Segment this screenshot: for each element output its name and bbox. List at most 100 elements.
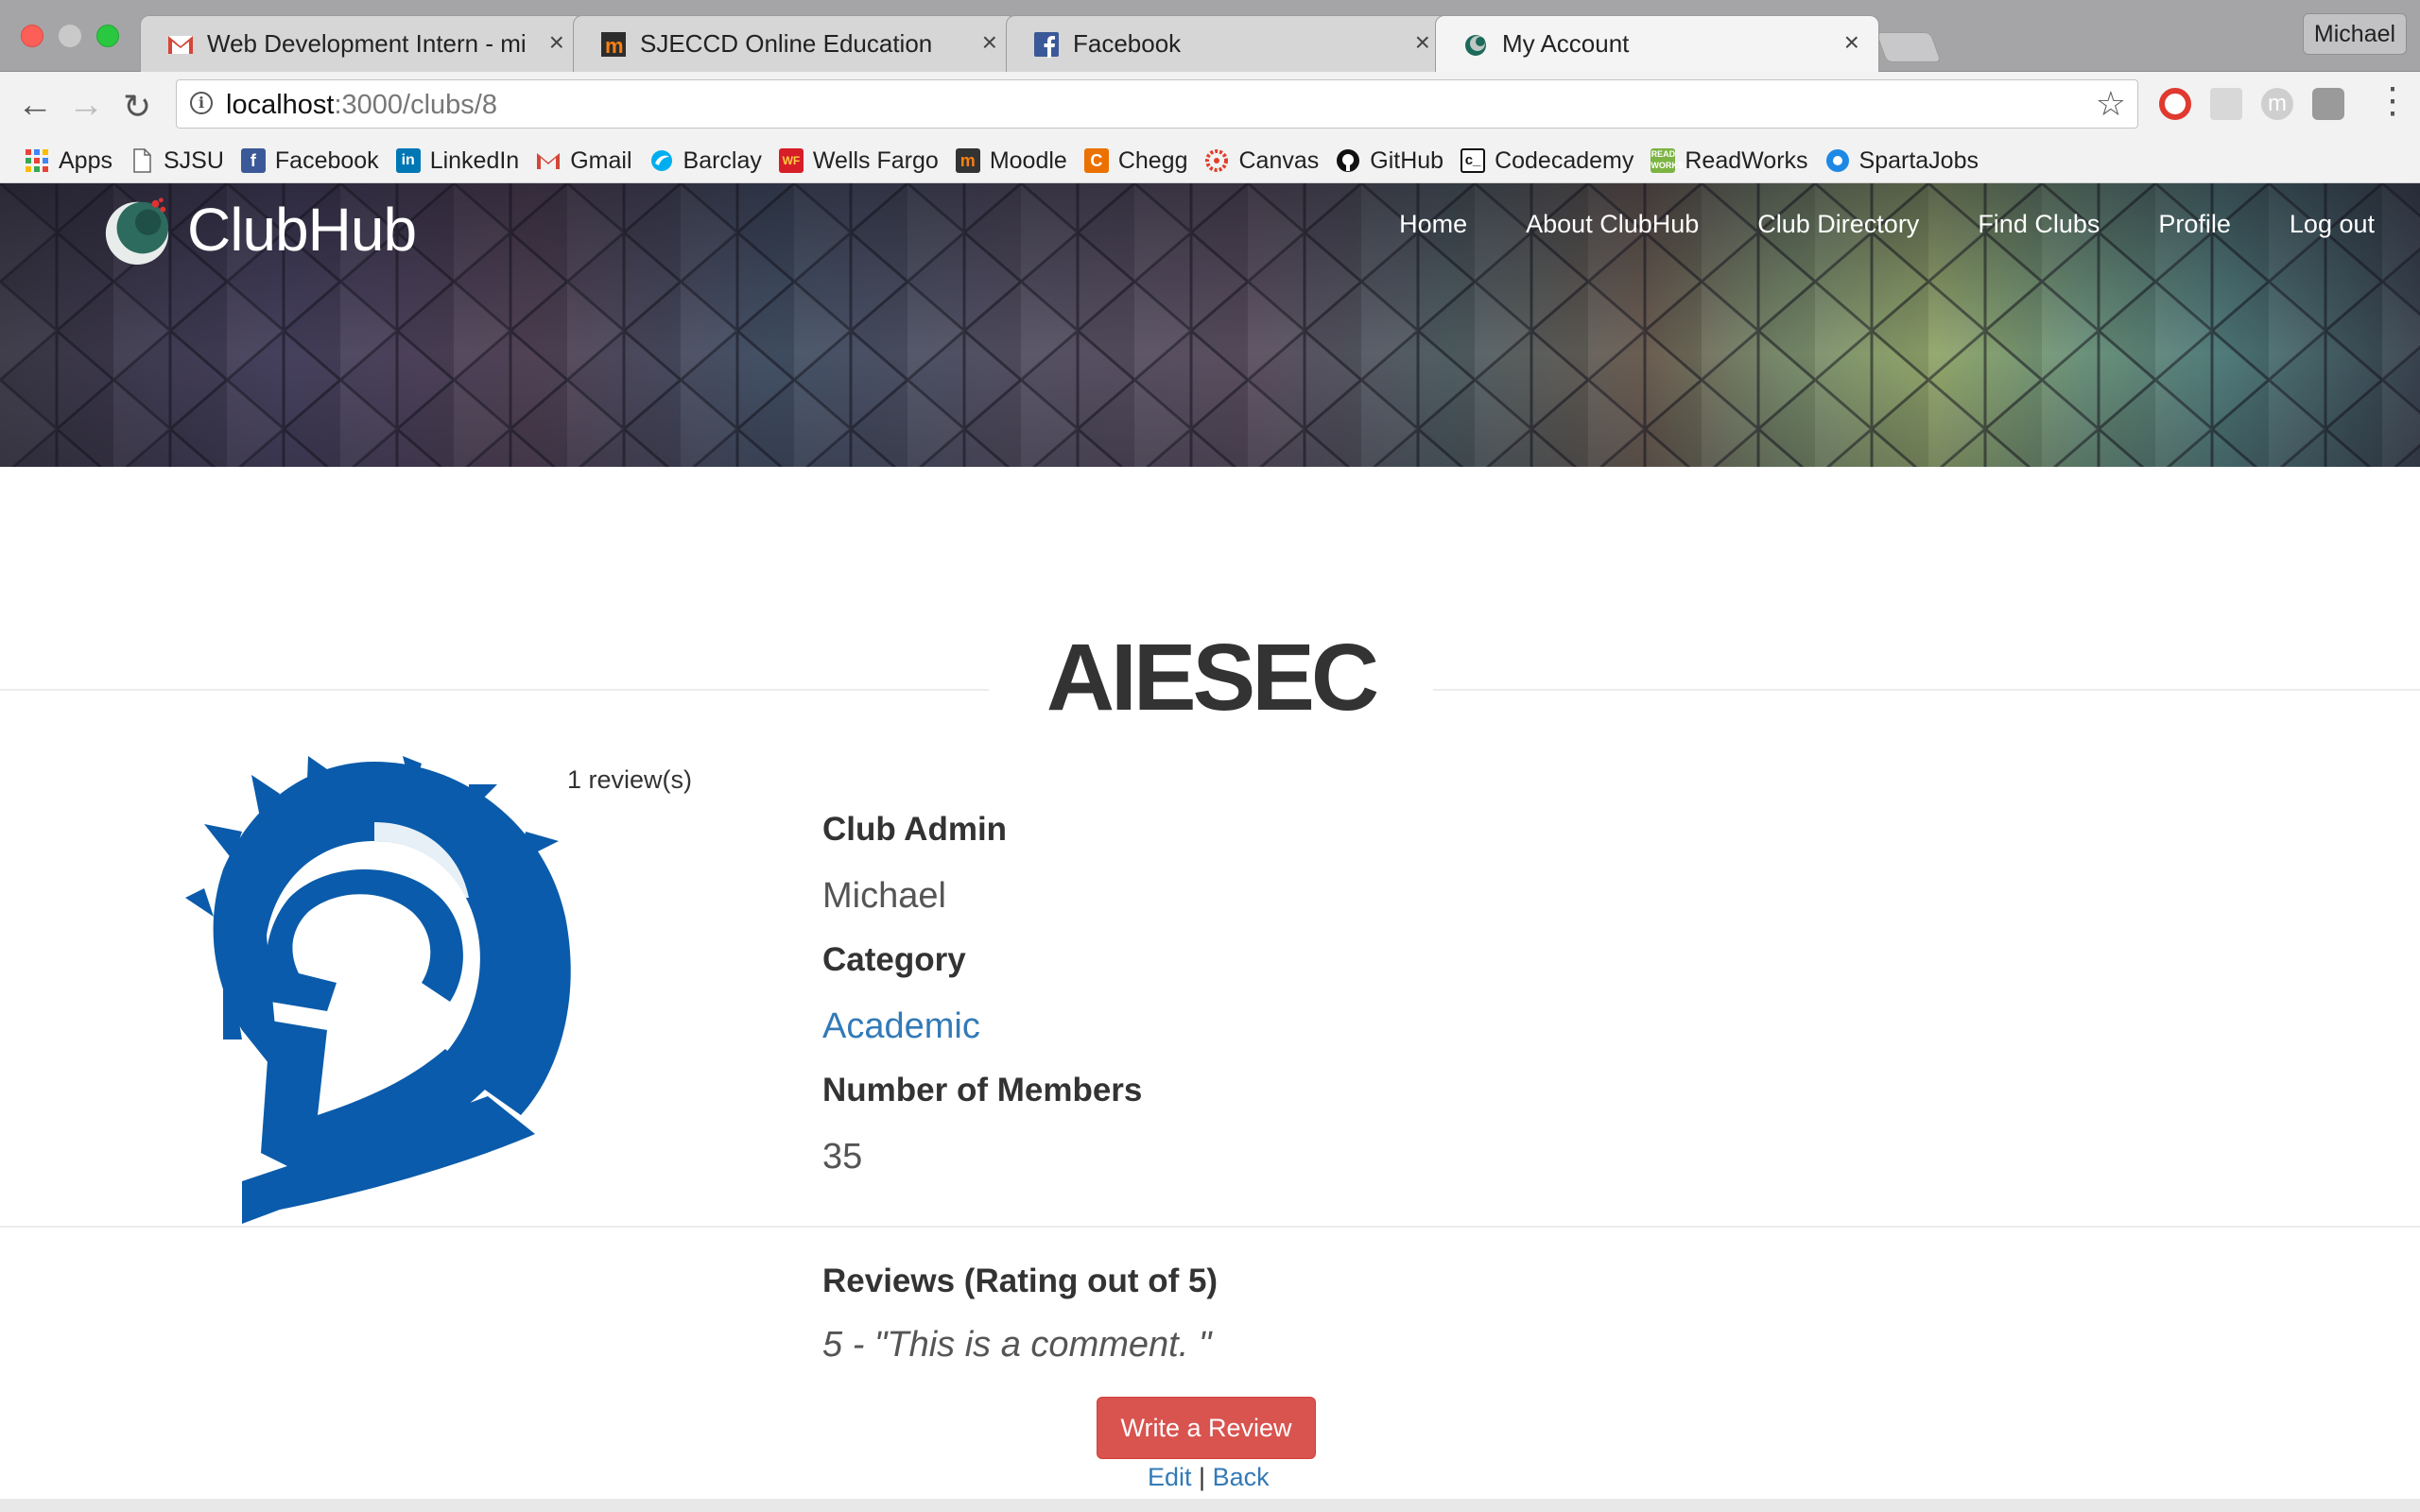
members-label: Number of Members bbox=[822, 1072, 1143, 1108]
nav-about[interactable]: About ClubHub bbox=[1526, 210, 1699, 239]
close-window-button[interactable] bbox=[21, 25, 43, 47]
spartajobs-icon bbox=[1825, 149, 1849, 172]
readworks-icon: READ WORKS bbox=[1651, 148, 1684, 173]
tab-title: Facebook bbox=[1073, 29, 1182, 58]
facebook-icon: f bbox=[240, 148, 266, 173]
codecademy-icon: c_ bbox=[1461, 148, 1486, 173]
gmail-icon bbox=[537, 153, 561, 169]
bookmark-label: Codecademy bbox=[1495, 146, 1634, 174]
bookmark-github[interactable]: GitHub bbox=[1336, 147, 1443, 175]
browser-tab[interactable]: m SJECCD Online Education × bbox=[573, 15, 1017, 72]
browser-toolbar: ← → ↻ i localhost:3000/clubs/8 ☆ m ⋮ App… bbox=[0, 72, 2420, 183]
bookmark-sjsu[interactable]: SJSU bbox=[130, 147, 224, 175]
reload-icon[interactable]: ↻ bbox=[123, 87, 151, 127]
maximize-window-button[interactable] bbox=[96, 25, 119, 47]
gmail-icon bbox=[168, 36, 193, 54]
extension-icon[interactable] bbox=[2210, 88, 2242, 120]
site-header: ClubHub Home About ClubHub Club Director… bbox=[0, 183, 2420, 467]
bookmarks-bar: Apps SJSU f Facebook in LinkedIn Gmail B… bbox=[0, 140, 2420, 181]
bookmark-codecademy[interactable]: c_ Codecademy bbox=[1461, 147, 1634, 175]
nav-club-directory[interactable]: Club Directory bbox=[1757, 210, 1919, 239]
bookmark-label: Wells Fargo bbox=[812, 146, 939, 174]
bookmark-label: GitHub bbox=[1370, 146, 1444, 174]
bookmark-label: Gmail bbox=[570, 146, 632, 174]
browser-tab[interactable]: Facebook × bbox=[1006, 15, 1450, 72]
nav-logout[interactable]: Log out bbox=[2290, 210, 2375, 239]
page-icon bbox=[133, 148, 151, 173]
nav-home[interactable]: Home bbox=[1399, 210, 1467, 239]
linkedin-icon: in bbox=[395, 148, 421, 173]
profile-button[interactable]: Michael bbox=[2303, 13, 2407, 55]
canvas-icon bbox=[1205, 149, 1229, 172]
barclays-icon bbox=[650, 150, 672, 171]
main-nav: Home About ClubHub Club Directory Find C… bbox=[1399, 210, 2420, 239]
forward-arrow-icon[interactable]: → bbox=[68, 85, 104, 126]
bookmark-apps[interactable]: Apps bbox=[25, 147, 112, 175]
chegg-icon: C bbox=[1083, 148, 1109, 173]
club-admin-label: Club Admin bbox=[822, 811, 1008, 848]
members-value: 35 bbox=[822, 1137, 863, 1177]
club-title: AIESEC bbox=[989, 624, 1433, 732]
link-separator: | bbox=[1199, 1463, 1206, 1491]
brand-name: ClubHub bbox=[187, 196, 417, 264]
brand[interactable]: ClubHub bbox=[100, 193, 417, 266]
bookmark-facebook[interactable]: f Facebook bbox=[240, 147, 379, 175]
apps-grid-icon bbox=[26, 149, 48, 172]
bookmark-label: SpartaJobs bbox=[1858, 146, 1979, 174]
bookmark-gmail[interactable]: Gmail bbox=[536, 146, 632, 175]
minimize-window-button[interactable] bbox=[59, 25, 81, 47]
new-tab-button[interactable] bbox=[1876, 32, 1942, 62]
bookmark-moodle[interactable]: m Moodle bbox=[955, 146, 1067, 175]
browser-tab-active[interactable]: My Account × bbox=[1435, 15, 1879, 72]
bookmark-label: Barclay bbox=[683, 146, 762, 174]
page-footer-bar bbox=[0, 1499, 2420, 1512]
bookmark-star-icon[interactable]: ☆ bbox=[2096, 84, 2126, 124]
extension-m-icon[interactable]: m bbox=[2261, 88, 2293, 120]
back-arrow-icon[interactable]: ← bbox=[17, 85, 53, 126]
bookmark-label: Apps bbox=[59, 146, 112, 174]
svg-text:m: m bbox=[605, 34, 624, 58]
clubhub-icon bbox=[1465, 35, 1486, 56]
browser-menu-icon[interactable]: ⋮ bbox=[2375, 79, 2411, 122]
bookmark-label: Canvas bbox=[1238, 146, 1320, 174]
bookmark-chegg[interactable]: C Chegg bbox=[1083, 146, 1188, 175]
moodle-icon: m bbox=[601, 32, 626, 58]
review-item: 5 - "This is a comment. " bbox=[822, 1325, 1212, 1365]
browser-tab[interactable]: Web Development Intern - mic × bbox=[140, 15, 584, 72]
category-label: Category bbox=[822, 941, 966, 978]
opera-extension-icon[interactable] bbox=[2159, 88, 2191, 120]
club-admin-value: Michael bbox=[822, 876, 946, 916]
bottom-links: Edit | Back bbox=[1148, 1463, 1270, 1492]
info-icon[interactable]: i bbox=[190, 92, 213, 114]
bookmark-canvas[interactable]: Canvas bbox=[1204, 147, 1319, 175]
bookmark-spartajobs[interactable]: SpartaJobs bbox=[1825, 147, 1979, 175]
wellsfargo-icon: WF bbox=[778, 148, 804, 173]
nav-profile[interactable]: Profile bbox=[2158, 210, 2231, 239]
browser-tab-strip: Web Development Intern - mic × m SJECCD … bbox=[0, 0, 2420, 72]
back-link[interactable]: Back bbox=[1213, 1463, 1270, 1491]
url-text: localhost:3000/clubs/8 bbox=[226, 90, 497, 120]
bookmark-barclay[interactable]: Barclay bbox=[649, 147, 762, 175]
close-tab-icon[interactable]: × bbox=[982, 27, 997, 58]
close-tab-icon[interactable]: × bbox=[1415, 27, 1430, 58]
tab-title: My Account bbox=[1502, 29, 1630, 58]
bookmark-label: Chegg bbox=[1117, 146, 1188, 174]
nav-find-clubs[interactable]: Find Clubs bbox=[1978, 210, 2100, 239]
github-icon bbox=[1337, 149, 1360, 172]
bookmark-readworks[interactable]: READ WORKS ReadWorks bbox=[1651, 146, 1808, 175]
bookmark-linkedin[interactable]: in LinkedIn bbox=[395, 147, 519, 175]
bookmark-label: Moodle bbox=[989, 146, 1067, 174]
close-tab-icon[interactable]: × bbox=[1844, 27, 1859, 58]
edit-link[interactable]: Edit bbox=[1148, 1463, 1192, 1491]
bookmark-label: ReadWorks bbox=[1685, 146, 1808, 174]
bookmark-label: SJSU bbox=[163, 146, 224, 174]
reviews-heading: Reviews (Rating out of 5) bbox=[822, 1263, 1219, 1299]
address-bar[interactable]: i localhost:3000/clubs/8 ☆ bbox=[176, 79, 2138, 129]
bookmark-wells-fargo[interactable]: WF Wells Fargo bbox=[778, 146, 939, 175]
facebook-icon bbox=[1034, 32, 1059, 58]
write-review-button[interactable]: Write a Review bbox=[1097, 1397, 1316, 1459]
extension-icon[interactable] bbox=[2312, 88, 2344, 120]
close-tab-icon[interactable]: × bbox=[549, 27, 564, 58]
category-link[interactable]: Academic bbox=[822, 1006, 1142, 1072]
tab-title: SJECCD Online Education bbox=[640, 29, 933, 58]
